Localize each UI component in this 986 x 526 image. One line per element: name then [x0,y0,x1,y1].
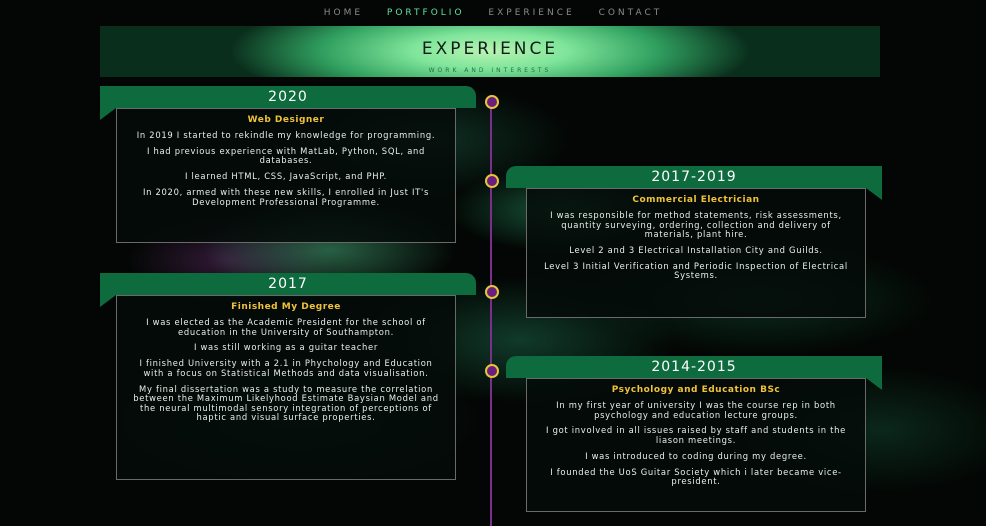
role-title: Psychology and Education BSc [611,385,781,395]
experience-card-2020: Web Designer In 2019 I started to rekind… [116,108,456,243]
year-tab-corner [100,295,116,307]
list-item: I had previous experience with MatLab, P… [146,145,426,166]
timeline-year-2014-2015: 2014-2015 [506,356,882,378]
year-tab-corner [866,378,882,390]
nav-contact[interactable]: CONTACT [599,8,663,18]
list-item: I finished University with a 2.1 in Phyc… [139,358,433,378]
list-item: I was elected as the Academic President … [146,317,426,337]
nav-portfolio[interactable]: PORTFOLIO [387,8,465,18]
year-label: 2017 [268,276,308,292]
timeline-line [490,95,492,526]
list-item: I was introduced to coding during my deg… [585,450,807,461]
list-item: I founded the UoS Guitar Society which i… [550,466,842,487]
list-item: I got involved in all issues raised by s… [546,425,846,445]
year-tab-corner [100,108,116,120]
timeline-dot [485,174,499,188]
list-item: I was still working as a guitar teacher [193,342,379,353]
list-item: In my first year of university I was the… [556,400,836,420]
timeline-year-2020: 2020 [100,86,476,108]
page-title: EXPERIENCE [421,39,559,59]
top-navigation: HOME PORTFOLIO EXPERIENCE CONTACT [0,8,986,18]
list-item: I was responsible for method statements,… [550,210,842,240]
experience-points: I was elected as the Academic President … [131,317,441,423]
experience-card-2017-2019: Commercial Electrician I was responsible… [526,188,866,318]
list-item: My final dissertation was a study to mea… [133,383,439,423]
experience-card-2017: Finished My Degree I was elected as the … [116,295,456,480]
timeline-dot [485,95,499,109]
year-label: 2017-2019 [651,169,737,185]
list-item: Level 3 Initial Verification and Periodi… [544,260,848,281]
experience-points: In 2019 I started to rekindle my knowled… [131,130,441,207]
role-title: Commercial Electrician [632,195,760,205]
year-label: 2014-2015 [651,359,737,375]
role-title: Finished My Degree [231,302,341,312]
role-title: Web Designer [247,115,325,125]
experience-points: In my first year of university I was the… [541,400,851,487]
experience-banner: EXPERIENCE WORK AND INTERESTS [100,26,880,77]
year-label: 2020 [268,89,308,105]
experience-points: I was responsible for method statements,… [541,210,851,281]
list-item: I learned HTML, CSS, JavaScript, and PHP… [184,171,388,182]
timeline-year-2017-2019: 2017-2019 [506,166,882,188]
list-item: In 2020, armed with these new skills, I … [142,186,430,207]
year-tab-corner [866,188,882,200]
timeline-dot [485,364,499,378]
nav-experience[interactable]: EXPERIENCE [488,8,574,18]
timeline-year-2017: 2017 [100,273,476,295]
list-item: Level 2 and 3 Electrical Installation Ci… [569,244,823,255]
experience-card-2014-2015: Psychology and Education BSc In my first… [526,378,866,512]
page-subtitle: WORK AND INTERESTS [428,67,552,74]
timeline-dot [485,285,499,299]
list-item: In 2019 I started to rekindle my knowled… [136,130,436,140]
nav-home[interactable]: HOME [324,8,363,18]
